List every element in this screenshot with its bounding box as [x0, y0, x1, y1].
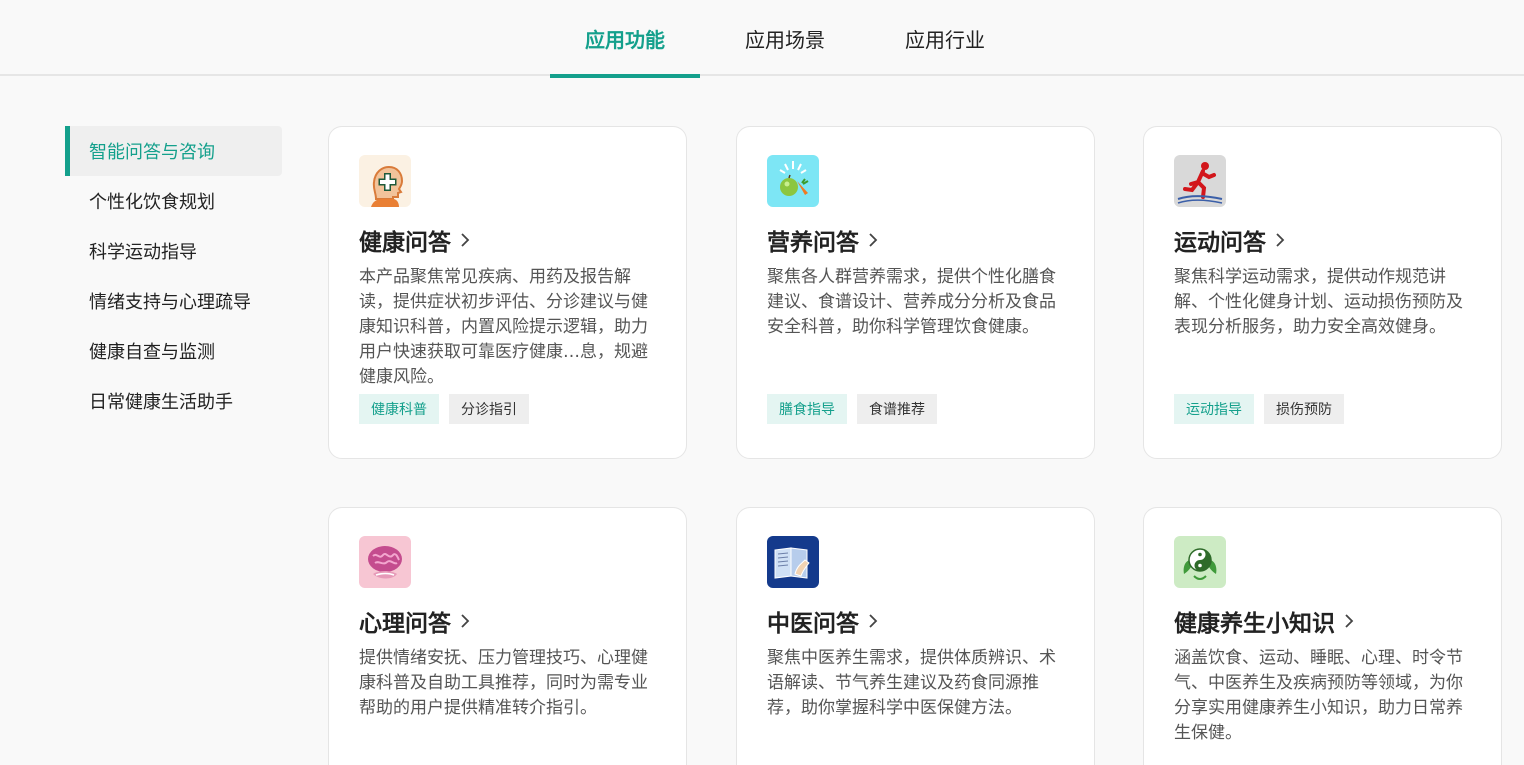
chevron-right-icon	[1345, 614, 1354, 628]
card-health-qa[interactable]: 健康问答 本产品聚焦常见疾病、用药及报告解读，提供症状初步评估、分诊建议与健康知…	[328, 126, 687, 459]
yin-yang-leaf-icon	[1174, 536, 1226, 588]
card-description: 本产品聚焦常见疾病、用药及报告解读，提供症状初步评估、分诊建议与健康知识科普，内…	[359, 267, 648, 387]
sidebar-item-exercise-guidance[interactable]: 科学运动指导	[65, 226, 282, 276]
brain-icon	[359, 536, 411, 588]
sidebar: 智能问答与咨询 个性化饮食规划 科学运动指导 情绪支持与心理疏导 健康自查与监测…	[65, 126, 282, 426]
sidebar-item-diet-planning[interactable]: 个性化饮食规划	[65, 176, 282, 226]
card-title: 心理问答	[359, 604, 471, 638]
card-psychology-qa[interactable]: 心理问答 提供情绪安抚、压力管理技巧、心理健康科普及自助工具推荐，同时为需专业帮…	[328, 507, 687, 765]
sidebar-item-self-check[interactable]: 健康自查与监测	[65, 326, 282, 376]
tag-exercise-guide[interactable]: 运动指导	[1174, 394, 1254, 424]
tag-triage-guide[interactable]: 分诊指引	[449, 394, 529, 424]
tag-diet-guide[interactable]: 膳食指导	[767, 394, 847, 424]
tcm-book-icon	[767, 536, 819, 588]
nutrition-fruit-icon	[767, 155, 819, 207]
tag-list: 健康科普 分诊指引	[359, 394, 529, 424]
card-title: 营养问答	[767, 223, 879, 257]
sidebar-item-emotional-support[interactable]: 情绪支持与心理疏导	[65, 276, 282, 326]
tag-list: 运动指导 损伤预防	[1174, 394, 1344, 424]
card-title: 健康养生小知识	[1174, 604, 1355, 638]
card-exercise-qa[interactable]: 运动问答 聚焦科学运动需求，提供动作规范讲解、个性化健身计划、运动损伤预防及表现…	[1143, 126, 1502, 459]
card-description: 提供情绪安抚、压力管理技巧、心理健康科普及自助工具推荐，同时为需专业帮助的用户提…	[359, 648, 648, 718]
card-title: 健康问答	[359, 223, 471, 257]
chevron-right-icon	[461, 614, 470, 628]
card-title: 中医问答	[767, 604, 879, 638]
health-head-icon	[359, 155, 411, 207]
card-description: 聚焦中医养生需求，提供体质辨识、术语解读、节气养生建议及药食同源推荐，助你掌握科…	[767, 648, 1056, 718]
running-person-icon	[1174, 155, 1226, 207]
sidebar-item-smart-qa[interactable]: 智能问答与咨询	[65, 126, 282, 176]
chevron-right-icon	[1276, 233, 1285, 247]
chevron-right-icon	[869, 614, 878, 628]
tag-health-science[interactable]: 健康科普	[359, 394, 439, 424]
tag-injury-prevention[interactable]: 损伤预防	[1264, 394, 1344, 424]
top-nav: 应用功能 应用场景 应用行业	[0, 0, 1524, 78]
card-title: 运动问答	[1174, 223, 1286, 257]
card-description: 聚焦科学运动需求，提供动作规范讲解、个性化健身计划、运动损伤预防及表现分析服务，…	[1174, 267, 1463, 337]
tag-recipe-recommend[interactable]: 食谱推荐	[857, 394, 937, 424]
card-wellness-tips[interactable]: 健康养生小知识 涵盖饮食、运动、睡眠、心理、时令节气、中医养生及疾病预防等领域，…	[1143, 507, 1502, 765]
tag-list: 膳食指导 食谱推荐	[767, 394, 937, 424]
card-nutrition-qa[interactable]: 营养问答 聚焦各人群营养需求，提供个性化膳食建议、食谱设计、营养成分分析及食品安…	[736, 126, 1095, 459]
tab-app-industries[interactable]: 应用行业	[870, 0, 1020, 76]
card-description: 涵盖饮食、运动、睡眠、心理、时令节气、中医养生及疾病预防等领域，为你分享实用健康…	[1174, 648, 1463, 743]
card-description: 聚焦各人群营养需求，提供个性化膳食建议、食谱设计、营养成分分析及食品安全科普，助…	[767, 267, 1056, 337]
card-tcm-qa[interactable]: 中医问答 聚焦中医养生需求，提供体质辨识、术语解读、节气养生建议及药食同源推荐，…	[736, 507, 1095, 765]
tab-app-scenarios[interactable]: 应用场景	[710, 0, 860, 76]
sidebar-item-daily-assistant[interactable]: 日常健康生活助手	[65, 376, 282, 426]
chevron-right-icon	[869, 233, 878, 247]
tab-app-features[interactable]: 应用功能	[550, 0, 700, 78]
chevron-right-icon	[461, 233, 470, 247]
